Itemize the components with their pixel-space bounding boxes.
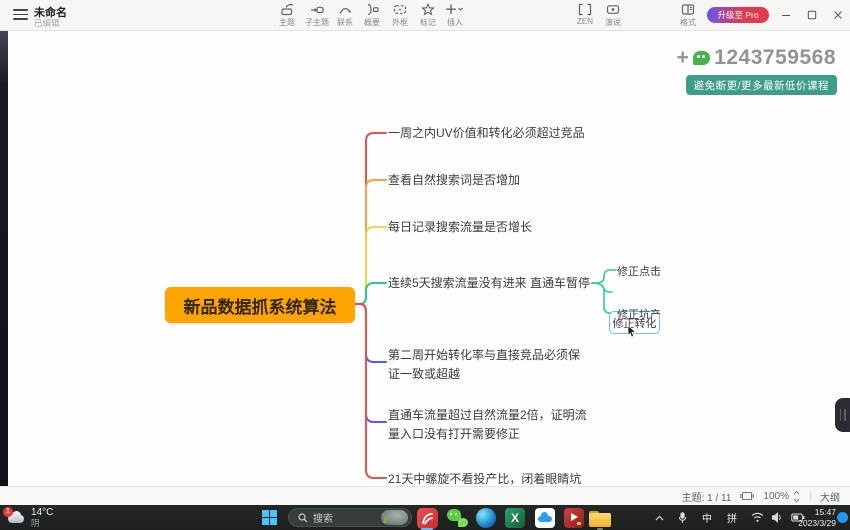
clock-date: 2023/3/29 xyxy=(798,518,836,529)
tray-volume[interactable] xyxy=(768,505,786,530)
taskbar-app-mindmap[interactable] xyxy=(415,506,439,530)
insert-icon xyxy=(438,3,472,16)
notification-badge[interactable] xyxy=(837,512,848,523)
microphone-icon xyxy=(677,512,688,524)
search-icon xyxy=(298,513,308,523)
branch-line xyxy=(355,133,386,304)
minimize-button[interactable] xyxy=(773,0,799,30)
folder-icon xyxy=(589,511,611,528)
fit-map-button[interactable] xyxy=(740,490,754,502)
weather-alert-badge: 1 xyxy=(3,507,13,517)
insert-button[interactable]: 插入 xyxy=(438,3,472,28)
topic-icon xyxy=(270,3,304,16)
temperature: 14°C xyxy=(31,507,53,518)
sub-branch-line xyxy=(592,270,616,283)
taskbar-app-cloud-drive[interactable] xyxy=(533,506,557,530)
topic-node[interactable]: 第二周开始转化率与直接竞品必须保 证一致或超越 xyxy=(388,346,602,384)
weather-condition: 阴 xyxy=(31,518,53,528)
taskbar-clock[interactable]: 15:47 2023/3/29 xyxy=(798,507,836,528)
topic-node[interactable]: 直通车流量超过自然流量2倍，证明流 量入口没有打开需要修正 xyxy=(388,406,602,444)
pitch-button[interactable]: 演说 xyxy=(596,3,630,28)
taskbar-app-excel[interactable]: X xyxy=(503,506,527,530)
taskbar-app-wechat[interactable] xyxy=(445,506,469,530)
search-placeholder: 搜索 xyxy=(313,510,381,525)
zoom-stepper-icon xyxy=(792,490,801,503)
branch-line xyxy=(355,283,386,304)
wifi-icon xyxy=(751,512,764,523)
topic-counter: 主题: 1 / 11 xyxy=(682,489,732,504)
fit-map-icon xyxy=(740,490,754,502)
sub-branch-line xyxy=(592,283,616,313)
clock-time: 15:47 xyxy=(798,507,836,518)
taskbar-app-edge[interactable] xyxy=(474,506,498,530)
upgrade-pro-button[interactable]: 升级至 Pro xyxy=(707,7,769,23)
cloud-icon: 1 xyxy=(6,511,26,525)
close-icon xyxy=(833,10,843,20)
media-app-icon xyxy=(564,508,584,528)
taskbar: 1 14°C 阴 搜索 X xyxy=(0,505,850,530)
tray-wifi[interactable] xyxy=(748,505,766,530)
wechat-app-icon xyxy=(447,508,468,528)
format-button[interactable]: 格式 xyxy=(671,3,705,28)
speaker-icon xyxy=(771,512,783,523)
taskbar-app-media[interactable] xyxy=(562,506,586,530)
ime-language-button[interactable]: 中 xyxy=(698,505,716,530)
sub-branch-line xyxy=(592,283,612,292)
subtopic-node[interactable]: 修正坑产 xyxy=(617,306,661,322)
taskbar-app-file-explorer[interactable] xyxy=(588,506,612,530)
maximize-icon xyxy=(807,10,817,20)
mindmap-app-icon xyxy=(417,508,438,529)
app-statusbar: 主题: 1 / 11 100% 大纲 xyxy=(0,486,850,505)
topic-node[interactable]: 连续5天搜索流量没有进来 直通车暂停 xyxy=(388,275,590,291)
ime-layout-button[interactable]: 拼 xyxy=(723,505,741,530)
side-panel-handle[interactable] xyxy=(835,398,850,432)
topic-node[interactable]: 每日记录搜索流量是否增长 xyxy=(388,219,532,235)
outline-button[interactable]: 大纲 xyxy=(820,489,840,504)
root-topic[interactable]: 新品数据抓系统算法 xyxy=(165,287,355,323)
mouse-cursor xyxy=(627,325,638,338)
branch-line xyxy=(355,304,386,478)
tray-expand-button[interactable] xyxy=(650,505,668,530)
pitch-icon xyxy=(596,3,630,16)
topic-button[interactable]: 主题 xyxy=(270,3,304,28)
search-highlight-image xyxy=(381,510,408,525)
edge-icon xyxy=(476,508,496,528)
close-button[interactable] xyxy=(825,0,850,30)
format-icon xyxy=(671,3,705,16)
titlebar: 未命名 已编辑 主题 子主题 联系 概要 外框 标记 插入 ZEN 演说 格式 … xyxy=(0,0,850,31)
zoom-level: 100% xyxy=(763,491,789,502)
zoom-control[interactable]: 100% xyxy=(763,490,801,503)
topic-node[interactable]: 一周之内UV价值和转化必须超过竞品 xyxy=(388,125,585,141)
maximize-button[interactable] xyxy=(799,0,825,30)
subtopic-node[interactable]: 修正点击 xyxy=(617,263,661,279)
start-button[interactable] xyxy=(262,510,277,525)
chevron-up-icon xyxy=(655,515,664,521)
branch-line xyxy=(355,180,386,304)
topic-node[interactable]: 21天中螺旋不看投产比，闭着眼睛坑 xyxy=(388,471,581,486)
desktop-edge xyxy=(0,30,8,486)
menu-icon[interactable] xyxy=(13,9,28,20)
minimize-icon xyxy=(781,10,791,20)
tray-microphone[interactable] xyxy=(673,505,691,530)
cloud-drive-icon xyxy=(535,508,555,528)
search-input[interactable]: 搜索 xyxy=(288,508,412,527)
document-status: 已编辑 xyxy=(34,17,60,29)
topic-node[interactable]: 查看自然搜索词是否增加 xyxy=(388,172,520,188)
branch-line xyxy=(355,304,386,362)
excel-icon: X xyxy=(505,508,525,528)
weather-widget[interactable]: 1 14°C 阴 xyxy=(6,507,53,528)
branch-line xyxy=(355,227,386,304)
mindmap-canvas[interactable]: + 1243759568 避免断更/更多最新低价课程 新品数据抓系统算法 一周之… xyxy=(0,30,850,486)
